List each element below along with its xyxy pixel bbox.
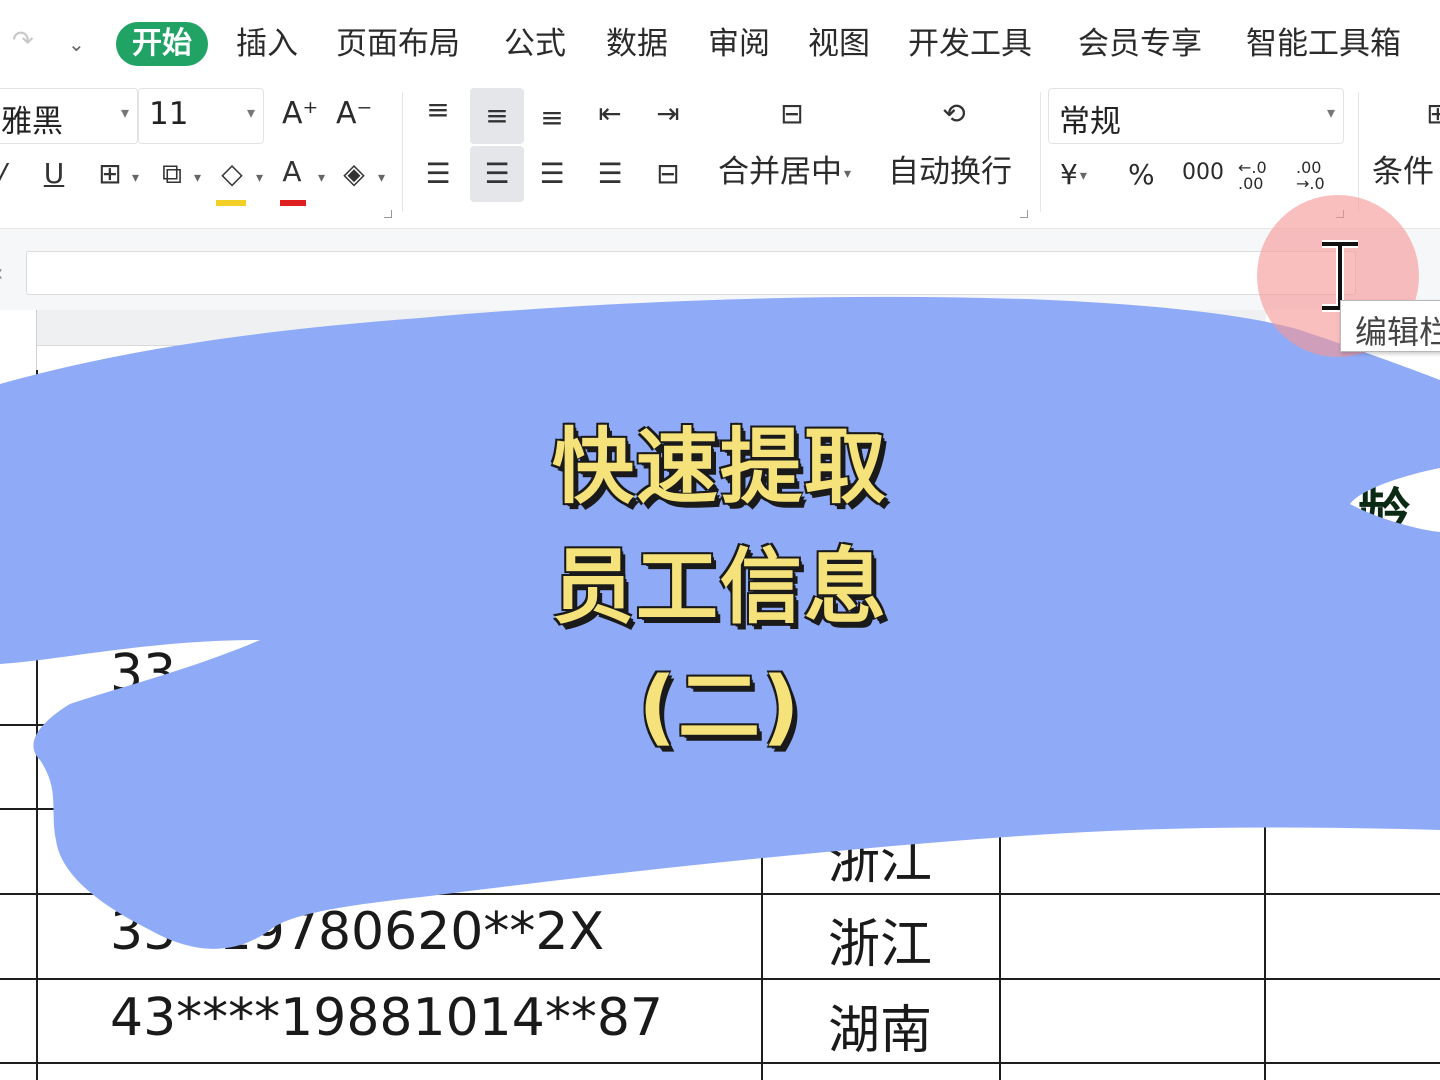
- decrease-decimal-button[interactable]: .00 →.0: [1296, 160, 1332, 192]
- font-group-launcher[interactable]: [384, 210, 392, 218]
- font-size-select[interactable]: 11 ▾: [138, 88, 264, 144]
- row-border: [0, 808, 1440, 810]
- row-border: [0, 893, 1440, 895]
- column-header: [36, 310, 1266, 346]
- underline-icon[interactable]: U: [32, 152, 76, 196]
- currency-button[interactable]: ¥ ▾: [1060, 158, 1087, 191]
- increase-indent-icon[interactable]: ⇥: [646, 92, 690, 136]
- align-right-icon[interactable]: ☰: [530, 152, 574, 196]
- cell-id[interactable]: 33* 19780620**2X: [110, 902, 604, 962]
- chevron-down-icon[interactable]: ▾: [378, 170, 385, 186]
- cell-province[interactable]: 湖南: [828, 988, 932, 1063]
- cell-style-icon[interactable]: ⧉: [150, 152, 194, 196]
- tab-start[interactable]: 开始: [116, 22, 208, 66]
- font-name-select[interactable]: 雅黑 ▾: [0, 88, 138, 144]
- formula-input[interactable]: [26, 251, 1356, 295]
- conditional-format-button[interactable]: 条件: [1372, 146, 1434, 191]
- tab-page-layout[interactable]: 页面布局: [336, 22, 460, 66]
- align-left-icon[interactable]: ☰: [416, 152, 460, 196]
- separator: [402, 92, 403, 212]
- tab-member[interactable]: 会员专享: [1078, 22, 1202, 66]
- conditional-format-icon[interactable]: ⊞: [1416, 92, 1440, 136]
- wrap-text-button[interactable]: 自动换行: [888, 146, 1012, 191]
- increase-decimal-button[interactable]: ←.0 .00: [1238, 160, 1274, 192]
- align-bottom-icon[interactable]: ≡: [530, 96, 574, 140]
- alignment-group-launcher[interactable]: [1020, 210, 1028, 218]
- separator: [1358, 92, 1359, 212]
- align-center-icon[interactable]: ☰: [470, 146, 524, 202]
- tab-insert[interactable]: 插入: [236, 22, 298, 66]
- tab-data[interactable]: 数据: [606, 22, 668, 66]
- chevron-down-icon[interactable]: ▾: [132, 170, 139, 186]
- redo-icon[interactable]: ↷: [12, 26, 34, 56]
- distributed-icon[interactable]: ⊟: [646, 152, 690, 196]
- align-top-icon[interactable]: ≡: [416, 88, 460, 132]
- row-border: [0, 1062, 1440, 1064]
- tab-formulas[interactable]: 公式: [504, 22, 566, 66]
- chevron-down-icon[interactable]: ▾: [194, 170, 201, 186]
- tab-review[interactable]: 审阅: [708, 22, 770, 66]
- separator: [1040, 92, 1041, 212]
- fill-color-icon[interactable]: ◇: [210, 152, 254, 196]
- number-format-select[interactable]: 常规 ▾: [1048, 88, 1344, 144]
- chevron-down-icon[interactable]: ▾: [318, 170, 325, 186]
- tab-view[interactable]: 视图: [808, 22, 870, 66]
- font-color-swatch: [280, 200, 306, 206]
- menu-bar: ↷ ⌄ 开始 插入 页面布局 公式 数据 审阅 视图 开发工具 会员专享 智能工…: [0, 0, 1440, 88]
- fill-color-swatch: [216, 200, 246, 206]
- chevron-down-icon[interactable]: ⌄: [68, 32, 85, 56]
- grow-font-button[interactable]: A⁺: [282, 96, 318, 131]
- formula-bar: ‹: [0, 228, 1440, 310]
- tab-developer[interactable]: 开发工具: [908, 22, 1032, 66]
- cell-id[interactable]: 43****19881014**87: [110, 988, 663, 1048]
- justify-icon[interactable]: ☰: [588, 152, 632, 196]
- tooltip: 编辑栏: [1340, 300, 1440, 352]
- chevron-left-icon[interactable]: ‹: [0, 259, 4, 287]
- title-line-3: (二): [638, 660, 802, 755]
- decrease-indent-icon[interactable]: ⇤: [588, 92, 632, 136]
- merge-center-icon[interactable]: ⊟: [768, 92, 816, 136]
- cell-province[interactable]: 浙江: [828, 818, 932, 893]
- clear-format-icon[interactable]: ◈: [332, 152, 376, 196]
- font-color-icon[interactable]: A: [270, 150, 314, 194]
- shrink-font-button[interactable]: A⁻: [336, 96, 372, 131]
- title-line-1: 快速提取: [551, 420, 888, 515]
- tab-smart-tools[interactable]: 智能工具箱: [1246, 22, 1401, 66]
- ribbon: 雅黑▾ 11▾ A⁺ A⁻ / U ⊞ ▾ ⧉ ▾ ◇ ▾ A ▾ ◈ ▾ ≡ …: [0, 88, 1440, 228]
- merge-center-button[interactable]: 合并居中 ▾: [718, 146, 851, 191]
- cell-province[interactable]: 浙江: [828, 902, 932, 977]
- title-line-2: 员工信息: [551, 540, 888, 635]
- align-middle-icon[interactable]: ≡: [470, 88, 524, 144]
- italic-icon[interactable]: /: [0, 152, 24, 196]
- header-divider: [36, 310, 37, 370]
- percent-button[interactable]: %: [1128, 158, 1155, 191]
- row-border: [0, 978, 1440, 980]
- chevron-down-icon[interactable]: ▾: [256, 170, 263, 186]
- borders-icon[interactable]: ⊞: [88, 152, 132, 196]
- wrap-text-icon[interactable]: ⟲: [930, 92, 978, 136]
- thousands-button[interactable]: 000: [1182, 160, 1224, 185]
